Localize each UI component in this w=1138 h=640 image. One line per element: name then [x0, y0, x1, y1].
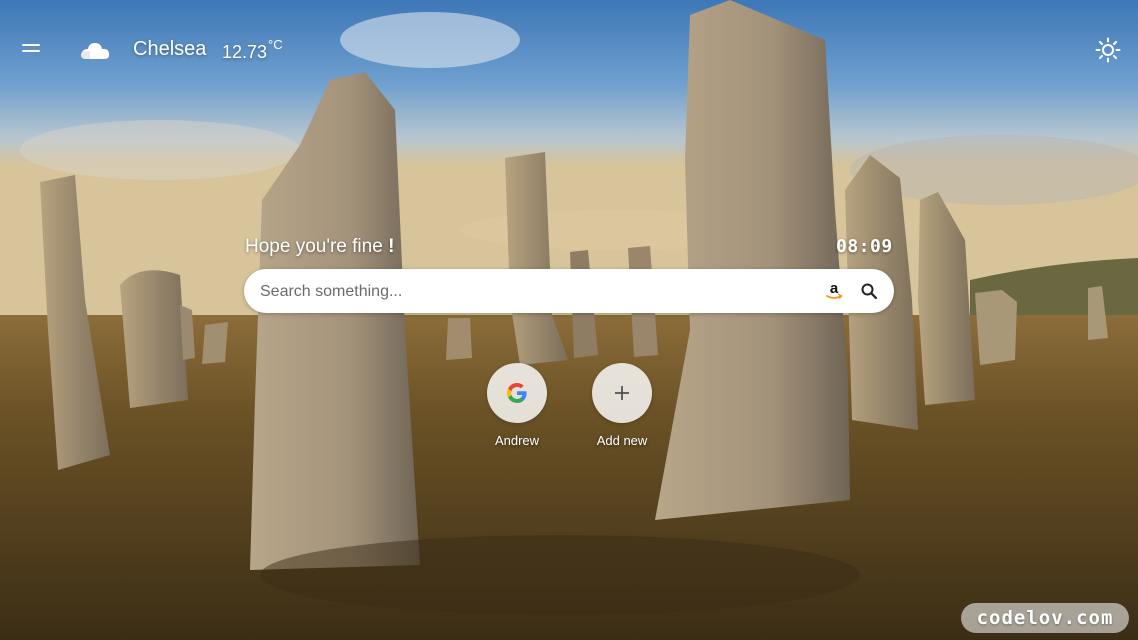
- background-photo: [0, 0, 1138, 640]
- shortcut-icon-wrapper: [592, 363, 652, 423]
- menu-button[interactable]: [21, 42, 41, 56]
- greeting-exclamation: !: [388, 236, 395, 257]
- add-shortcut-button[interactable]: Add new: [582, 363, 662, 448]
- weather-city: Chelsea: [133, 38, 207, 60]
- shortcut-label: Add new: [596, 433, 648, 448]
- search-input[interactable]: [258, 269, 802, 315]
- clock: 08:09: [836, 236, 893, 257]
- hamburger-menu-icon-bar: [22, 50, 40, 52]
- weather-temperature: 12.73: [222, 42, 268, 62]
- hamburger-menu-icon: [22, 44, 40, 46]
- magnifier-icon[interactable]: [860, 282, 878, 300]
- amazon-icon[interactable]: a: [824, 280, 844, 302]
- shortcut-andrew[interactable]: Andrew: [477, 363, 557, 448]
- plus-icon: [615, 386, 629, 400]
- sun-icon[interactable]: [1095, 37, 1121, 63]
- shortcut-icon-wrapper: [487, 363, 547, 423]
- greeting-text: Hope you're fine: [245, 236, 389, 257]
- search-bar: [244, 269, 894, 315]
- cloud-icon: [81, 43, 110, 59]
- weather-temperature-unit: °C: [268, 37, 283, 52]
- svg-text:a: a: [830, 280, 839, 297]
- greeting: Hope you're fine !: [245, 236, 394, 258]
- watermark: codelov.com: [961, 603, 1129, 633]
- google-icon: [507, 382, 527, 403]
- new-tab-page: Chelsea 12.73 °C Hope you're fine ! 08:0…: [0, 0, 1138, 640]
- shortcut-label: Andrew: [494, 433, 540, 448]
